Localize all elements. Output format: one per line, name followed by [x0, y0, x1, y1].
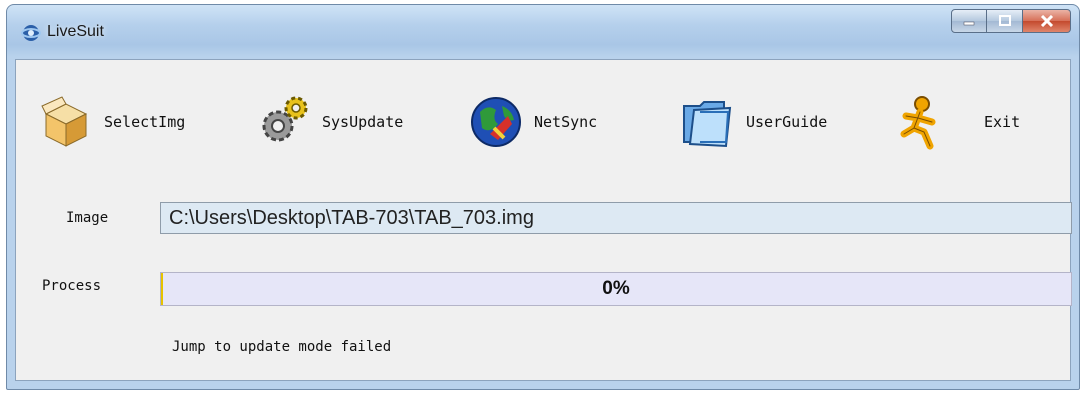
close-icon — [1040, 15, 1053, 27]
progress-percent: 0% — [602, 278, 630, 299]
maximize-icon — [998, 15, 1011, 26]
netsync-label: NetSync — [534, 113, 598, 131]
title-bar[interactable]: LiveSuit — [7, 5, 1079, 59]
selectimg-button[interactable]: SelectImg — [38, 92, 185, 152]
livesuit-app-icon — [21, 25, 41, 41]
process-label: Process — [42, 278, 102, 294]
window-title: LiveSuit — [47, 23, 104, 40]
userguide-label: UserGuide — [746, 113, 828, 131]
livesuit-window: LiveSuit SelectImg SysUpdate NetSync Use… — [6, 4, 1080, 390]
gears-icon — [262, 96, 308, 142]
globe-sync-icon — [471, 97, 521, 147]
running-person-icon — [900, 96, 936, 150]
sysupdate-label: SysUpdate — [322, 113, 404, 131]
netsync-button[interactable]: NetSync — [468, 92, 597, 152]
minimize-icon — [963, 21, 975, 26]
userguide-button[interactable]: UserGuide — [680, 92, 827, 152]
selectimg-label: SelectImg — [104, 113, 186, 131]
open-image-box-icon — [41, 96, 88, 147]
toolbar: SelectImg SysUpdate NetSync UserGuide Ex… — [16, 60, 1070, 180]
close-button[interactable] — [1023, 9, 1071, 33]
folder-icon — [683, 101, 732, 148]
image-path-field[interactable]: C:\Users\Desktop\TAB-703\TAB_703.img — [160, 202, 1072, 234]
process-progress-bar: 0% — [160, 272, 1072, 306]
exit-label: Exit — [984, 113, 1021, 131]
status-message: Jump to update mode failed — [172, 339, 392, 355]
minimize-button[interactable] — [951, 9, 987, 33]
main-panel: SelectImg SysUpdate NetSync UserGuide Ex… — [15, 59, 1072, 381]
exit-button[interactable]: Exit — [892, 92, 1020, 152]
image-path-value: C:\Users\Desktop\TAB-703\TAB_703.img — [169, 207, 534, 229]
maximize-button[interactable] — [987, 9, 1023, 33]
image-label: Image — [66, 210, 109, 226]
sysupdate-button[interactable]: SysUpdate — [256, 92, 403, 152]
